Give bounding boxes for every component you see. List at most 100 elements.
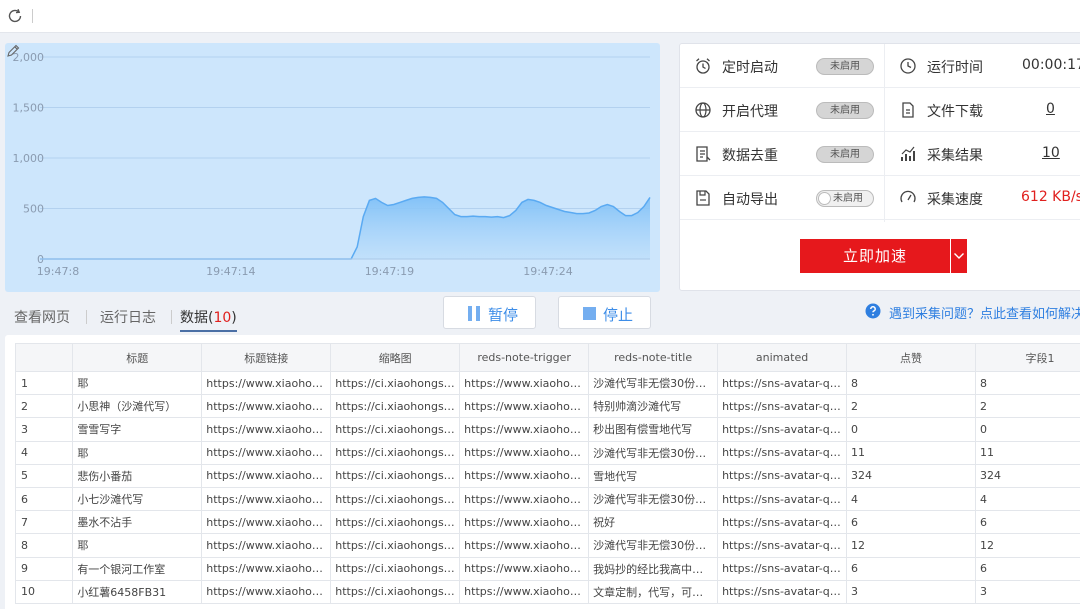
auto-export-label: 自动导出 — [722, 192, 778, 208]
table-cell: 有一个银河工作室 — [72, 556, 203, 581]
table-cell: 11 — [974, 440, 1080, 465]
table-cell: 祝好 — [588, 510, 719, 535]
table-cell: 0 — [846, 417, 976, 442]
table-cell: 0 — [974, 417, 1080, 442]
edit-icon[interactable] — [5, 43, 21, 59]
table-row[interactable]: 2小思神（沙滩代写）https://www.xiaohongshu.comhtt… — [14, 394, 1080, 419]
table-row[interactable]: 1耶https://www.xiaohongshu.comhttps://ci.… — [14, 370, 1080, 396]
table-cell: https://www.xiaohongshu.com — [201, 440, 332, 465]
table-header-row: 标题 标题链接 缩略图 reds-note-trigger reds-note-titl… — [14, 343, 1080, 372]
table-cell: 沙滩代写非无偿30份可选 — [588, 486, 719, 512]
help-icon[interactable] — [865, 303, 881, 319]
table-cell: https://www.xiaohongshu.com — [201, 417, 332, 442]
row-index: 5 — [14, 463, 74, 488]
table-cell: https://www.xiaohongshu.com — [201, 394, 332, 419]
table-cell: https://ci.xiaohongshu.com — [330, 579, 461, 604]
toolbar-divider — [32, 9, 33, 23]
tab-run-log[interactable]: 运行日志 — [100, 307, 156, 327]
dedupe-label: 数据去重 — [722, 148, 778, 164]
column-header[interactable]: 缩略图 — [330, 343, 461, 372]
table-cell: 12 — [846, 533, 976, 558]
scheduled-start-label: 定时启动 — [722, 60, 778, 76]
table-cell: 11 — [846, 440, 976, 465]
pause-button[interactable]: 暂停 — [443, 296, 536, 329]
column-header[interactable]: 点赞 — [846, 343, 976, 372]
table-row[interactable]: 7墨水不沾手https://www.xiaohongshu.comhttps:/… — [14, 510, 1080, 535]
x-tick-label: 19:47:14 — [206, 265, 255, 278]
table-cell: 8 — [846, 370, 976, 396]
column-header[interactable]: animated — [717, 343, 848, 372]
table-row[interactable]: 3雪雪写字https://www.xiaohongshu.comhttps://… — [14, 417, 1080, 442]
refresh-icon[interactable] — [6, 7, 24, 25]
export-icon — [696, 190, 710, 206]
table-cell: https://sns-avatar-qc.xhscdn.com — [717, 486, 848, 512]
column-header[interactable]: 标题链接 — [201, 343, 332, 372]
table-row[interactable]: 4耶https://www.xiaohongshu.comhttps://ci.… — [14, 440, 1080, 465]
column-header[interactable]: 字段1 — [974, 343, 1080, 372]
table-row[interactable]: 9有一个银河工作室https://www.xiaohongshu.com http… — [14, 556, 1080, 581]
tab-data[interactable]: 数据(10) — [180, 307, 237, 332]
stat-row-4: 自动导出 未启用 采集速度 612 KB/s — [680, 176, 1080, 220]
table-cell: 324 — [974, 463, 1080, 488]
column-header[interactable]: reds-note-title — [588, 343, 719, 372]
dedupe-toggle[interactable]: 未启用 — [816, 146, 874, 163]
table-cell: https://www.xiaohongshu.com — [201, 463, 332, 488]
row-index: 1 — [14, 370, 74, 396]
table-row[interactable]: 6小七沙滩代写https://www.xiaohongshu.comhttps:… — [14, 486, 1080, 512]
table-cell: https://sns-avatar-qc.xhscdn.com — [717, 533, 848, 558]
table-row[interactable]: 5悲伤小番茄https://www.xiaohongshu.comhttps:/… — [14, 463, 1080, 488]
stats-panel: 定时启动 未启用 运行时间 00:00:17 开启代理 未启用 文件下载 0 数… — [679, 43, 1080, 291]
table-cell: https://sns-avatar-qc.xhscdn.com — [717, 417, 848, 442]
column-header[interactable]: reds-note-trigger — [459, 343, 590, 372]
results-count[interactable]: 10 — [1042, 145, 1060, 161]
tab-data-count: 10 — [213, 310, 232, 326]
table-cell: https://ci.xiaohongshu.com — [330, 370, 461, 396]
table-cell: 墨水不沾手 — [72, 510, 203, 535]
stop-button[interactable]: 停止 — [558, 296, 651, 329]
table-cell: 雪雪写字 — [72, 417, 203, 442]
row-index: 2 — [14, 394, 74, 419]
help-link[interactable]: 遇到采集问题？点此查看如何解决 — [889, 303, 1080, 322]
table-cell: 小思神（沙滩代写） — [72, 394, 203, 419]
table-row[interactable]: 10小红薯6458FB31https://www.xiaohongshu.com… — [14, 579, 1080, 604]
file-download-icon — [902, 102, 914, 118]
speed-chart-svg: 2,0001,5001,000500019:47:819:47:1419:47:… — [13, 51, 651, 278]
table-cell: 特别帅滴沙滩代写 — [588, 394, 719, 419]
auto-export-toggle-label: 未启用 — [833, 193, 863, 204]
table-cell: https://www.xiaohongshu.com — [201, 370, 332, 396]
tab-divider — [171, 310, 172, 324]
speedometer-icon — [900, 190, 916, 203]
table-cell: https://www.xiaohongshu.com — [459, 463, 590, 488]
series-area — [40, 196, 650, 259]
auto-export-toggle[interactable]: 未启用 — [816, 190, 874, 207]
tab-divider — [86, 310, 87, 324]
proxy-toggle[interactable]: 未启用 — [816, 102, 874, 119]
table-cell: https://www.xiaohongshu.com — [201, 556, 332, 581]
tab-view-page[interactable]: 查看网页 — [14, 307, 70, 327]
table-cell: https://sns-avatar-qc.xhscdn.com — [717, 556, 848, 581]
row-index: 10 — [14, 579, 74, 604]
scheduled-start-toggle[interactable]: 未启用 — [816, 58, 874, 75]
table-cell: https://www.xiaohongshu.com — [459, 510, 590, 535]
file-download-count[interactable]: 0 — [1046, 101, 1055, 117]
column-header[interactable]: 标题 — [72, 343, 203, 372]
table-cell: 8 — [974, 370, 1080, 396]
table-cell: 6 — [974, 556, 1080, 581]
table-cell: https://sns-avatar-qc.xhscdn.com — [717, 579, 848, 604]
table-row[interactable]: 8耶https://www.xiaohongshu.comhttps://ci.… — [14, 533, 1080, 558]
y-tick-label: 1,000 — [13, 152, 45, 165]
accelerate-dropdown[interactable] — [951, 239, 967, 273]
table-cell: 3 — [974, 579, 1080, 604]
table-cell: 324 — [846, 463, 976, 488]
alarm-clock-icon — [696, 58, 710, 74]
table-cell: 秒出图有偿雪地代写 — [588, 417, 719, 442]
row-index: 4 — [14, 440, 74, 465]
row-index: 9 — [14, 556, 74, 581]
table-cell: https://ci.xiaohongshu.com — [330, 510, 461, 535]
table-cell: 文章定制，代写，可加急 — [588, 579, 719, 604]
column-header[interactable] — [14, 343, 74, 372]
pause-label: 暂停 — [488, 306, 519, 324]
accelerate-button[interactable]: 立即加速 — [800, 239, 950, 273]
table-cell: 6 — [974, 510, 1080, 535]
table-cell: 耶 — [72, 370, 203, 396]
